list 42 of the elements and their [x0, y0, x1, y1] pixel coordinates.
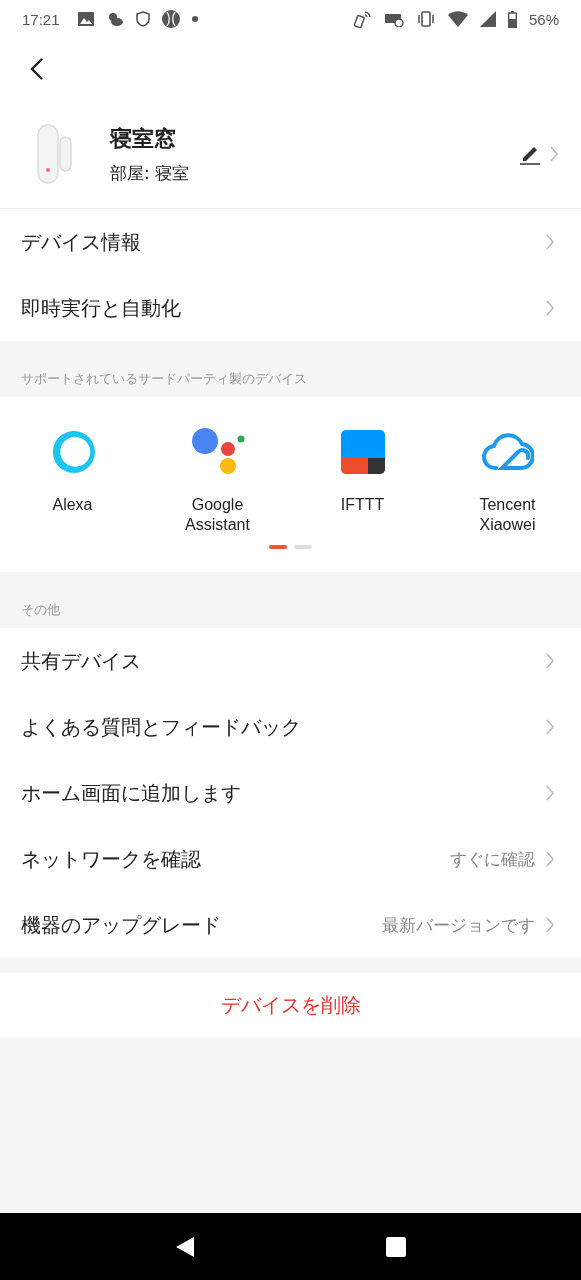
section-heading: サポートされているサードパーティ製のデバイス: [21, 370, 307, 388]
service-item[interactable]: IFTTT: [290, 425, 435, 535]
back-icon[interactable]: [30, 57, 44, 81]
menu-row[interactable]: 機器のアップグレード 最新バージョンです: [0, 892, 581, 958]
battery-percent: 56%: [528, 10, 559, 28]
menu-row[interactable]: 即時実行と自動化: [0, 275, 581, 341]
square-icon[interactable]: [385, 1236, 406, 1257]
chevron-icon: [545, 652, 555, 670]
status-time: 17:21: [22, 10, 60, 28]
battery-icon: [507, 10, 517, 28]
chevron-icon: [545, 718, 555, 736]
menu-row[interactable]: 共有デバイス: [0, 628, 581, 694]
dot-icon: [191, 16, 198, 22]
blocks-icon: [340, 430, 385, 474]
cloud-icon: [481, 432, 534, 472]
dots-icon: [190, 427, 245, 477]
shield-icon: [135, 11, 150, 27]
nfc-phone-icon: [353, 10, 372, 28]
service-item[interactable]: Alexa: [0, 425, 145, 535]
chevron-icon: [545, 233, 555, 251]
device-room: 部屋: 寝室: [110, 161, 190, 185]
chevron-icon: [545, 916, 555, 934]
ball-icon: [161, 10, 180, 28]
controller-icon: [383, 11, 404, 27]
chevron-icon: [545, 784, 555, 802]
vibrate-icon: [415, 11, 436, 27]
chevron-icon: [549, 145, 559, 163]
menu-row[interactable]: デバイス情報: [0, 209, 581, 275]
back-triangle-icon[interactable]: [175, 1235, 196, 1258]
chevron-icon: [545, 850, 555, 868]
service-item[interactable]: Tencent Xiaowei: [435, 425, 580, 535]
menu-row[interactable]: ネットワークを確認 すぐに確認: [0, 826, 581, 892]
signal-icon: [479, 11, 496, 27]
service-item[interactable]: Google Assistant: [145, 425, 290, 535]
chevron-icon: [545, 299, 555, 317]
delete-button[interactable]: デバイスを削除: [0, 973, 581, 1038]
wifi-icon: [447, 11, 468, 27]
menu-row[interactable]: よくある質問とフィードバック: [0, 694, 581, 760]
device-name: 寝室窓: [110, 124, 176, 153]
image-icon: [77, 12, 94, 26]
menu-row[interactable]: ホーム画面に追加します: [0, 760, 581, 826]
section-heading: その他: [21, 601, 60, 619]
